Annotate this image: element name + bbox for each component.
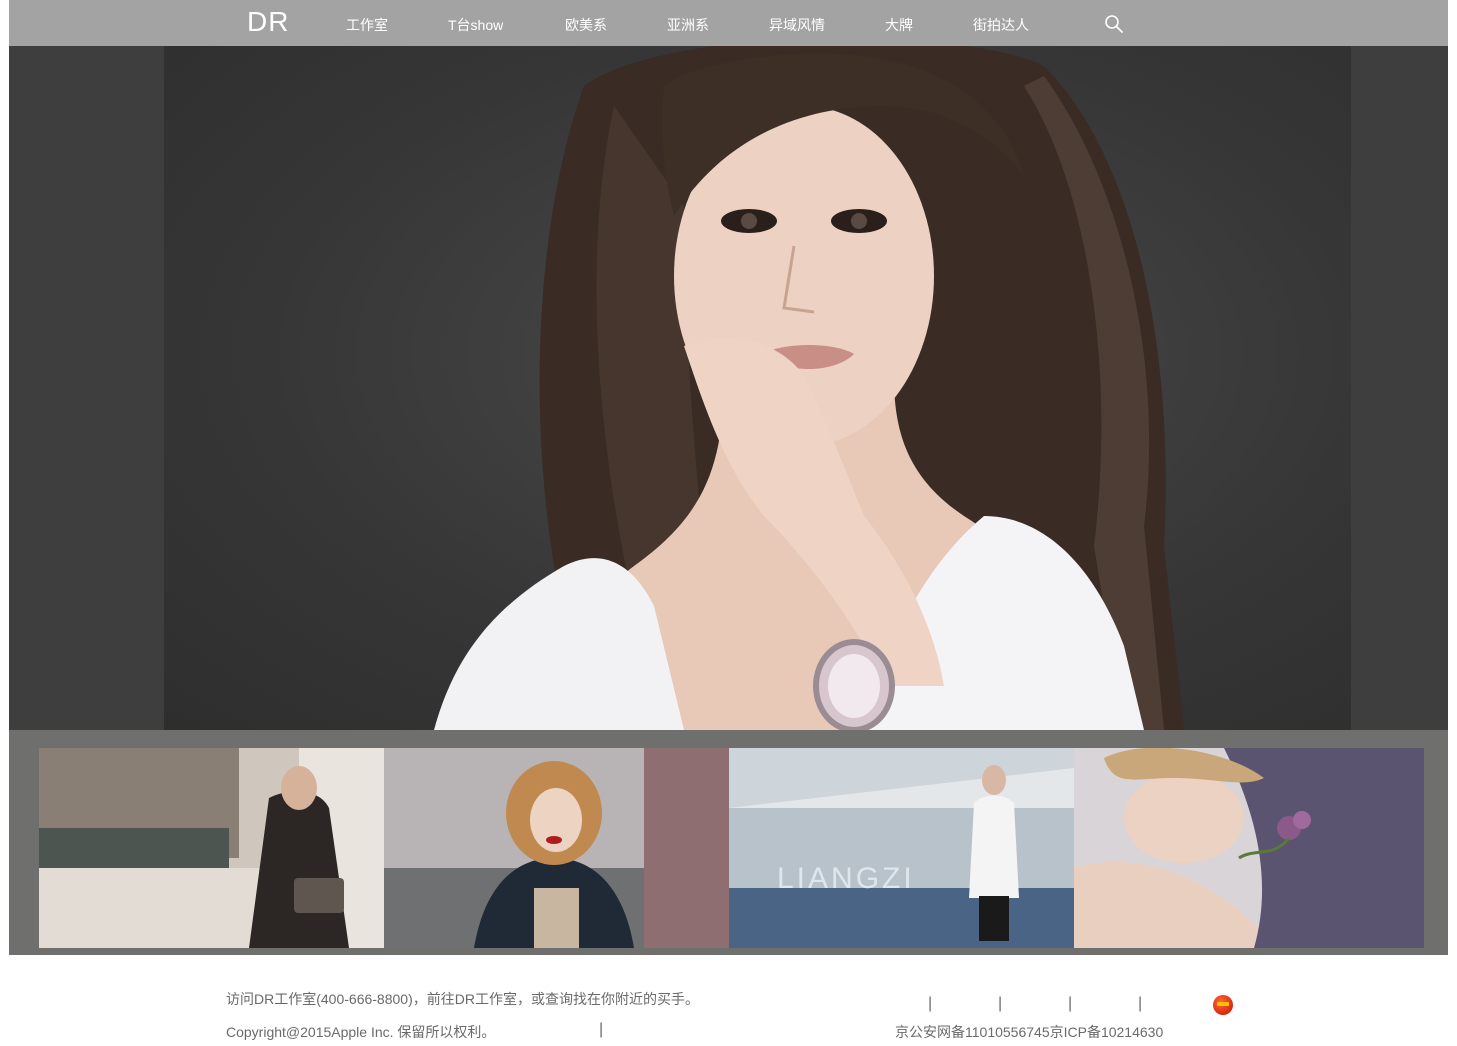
footer-link-separator-3: | <box>1068 995 1073 1012</box>
footer-record: 京公安网备11010556745京ICP备10214630 <box>895 1024 1164 1040</box>
thumbnail-2[interactable] <box>384 748 729 948</box>
nav-item-studio[interactable]: 工作室 <box>346 15 388 35</box>
footer-visit-text: 访问DR工作室(400-666-8800)，前往DR工作室，或查询找在你附近的买… <box>226 991 699 1007</box>
nav-item-runway[interactable]: T台show <box>448 15 503 35</box>
nav-item-asian[interactable]: 亚洲系 <box>667 15 709 35</box>
footer-link-separator-1: | <box>928 995 933 1012</box>
thumbnail-3[interactable]: LIANGZI <box>729 748 1074 948</box>
search-icon[interactable] <box>1104 14 1124 34</box>
china-flag-icon[interactable] <box>1213 995 1233 1015</box>
footer-copyright: Copyright@2015Apple Inc. 保留所以权利。 <box>226 1024 496 1040</box>
footer-link-separator-2: | <box>998 995 1003 1012</box>
thumbnail-strip: LIANGZI <box>9 730 1448 955</box>
nav-item-brands[interactable]: 大牌 <box>885 15 913 35</box>
site-logo[interactable]: DR <box>247 6 289 38</box>
footer-separator: | <box>599 1021 604 1038</box>
hero-banner <box>9 46 1448 730</box>
nav-item-street[interactable]: 街拍达人 <box>973 15 1029 35</box>
nav-item-exotic[interactable]: 异域风情 <box>769 15 825 35</box>
thumbnail-4[interactable] <box>1074 748 1424 948</box>
nav-item-western[interactable]: 欧美系 <box>565 15 607 35</box>
site-footer: 访问DR工作室(400-666-8800)，前往DR工作室，或查询找在你附近的买… <box>0 955 1457 1046</box>
thumbnail-3-overlay-text: LIANGZI <box>777 862 915 895</box>
thumbnail-1[interactable] <box>39 748 384 948</box>
hero-image[interactable] <box>164 46 1351 730</box>
top-nav: DR 工作室 T台show 欧美系 亚洲系 异域风情 大牌 街拍达人 <box>9 0 1448 46</box>
footer-link-separator-4: | <box>1138 995 1143 1012</box>
